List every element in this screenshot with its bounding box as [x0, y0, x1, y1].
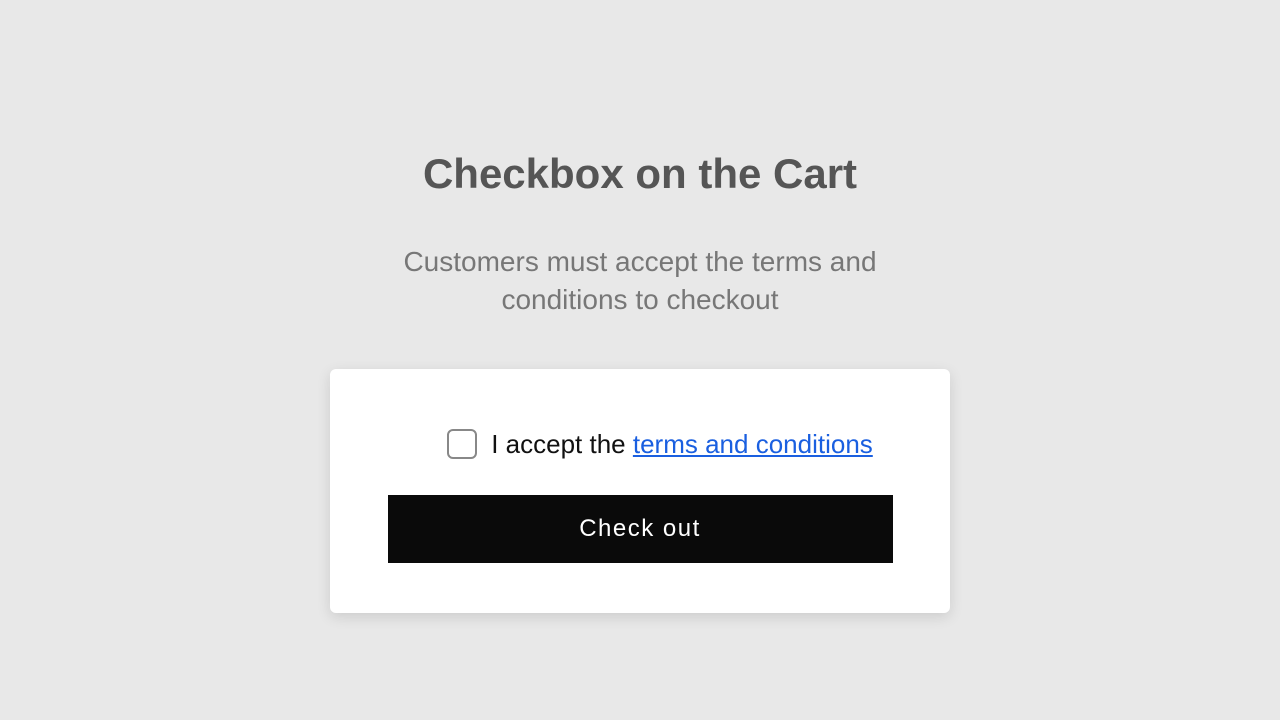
checkout-card: I accept the terms and conditions Check … [330, 369, 950, 613]
terms-checkbox[interactable] [447, 429, 477, 459]
terms-and-conditions-link[interactable]: terms and conditions [633, 429, 873, 459]
checkout-button[interactable]: Check out [388, 495, 893, 563]
page-subtitle: Customers must accept the terms and cond… [360, 243, 920, 319]
accept-label: I accept the terms and conditions [491, 429, 873, 460]
accept-prefix: I accept the [491, 429, 633, 459]
accept-row: I accept the terms and conditions [380, 429, 900, 460]
page-title: Checkbox on the Cart [423, 150, 857, 198]
